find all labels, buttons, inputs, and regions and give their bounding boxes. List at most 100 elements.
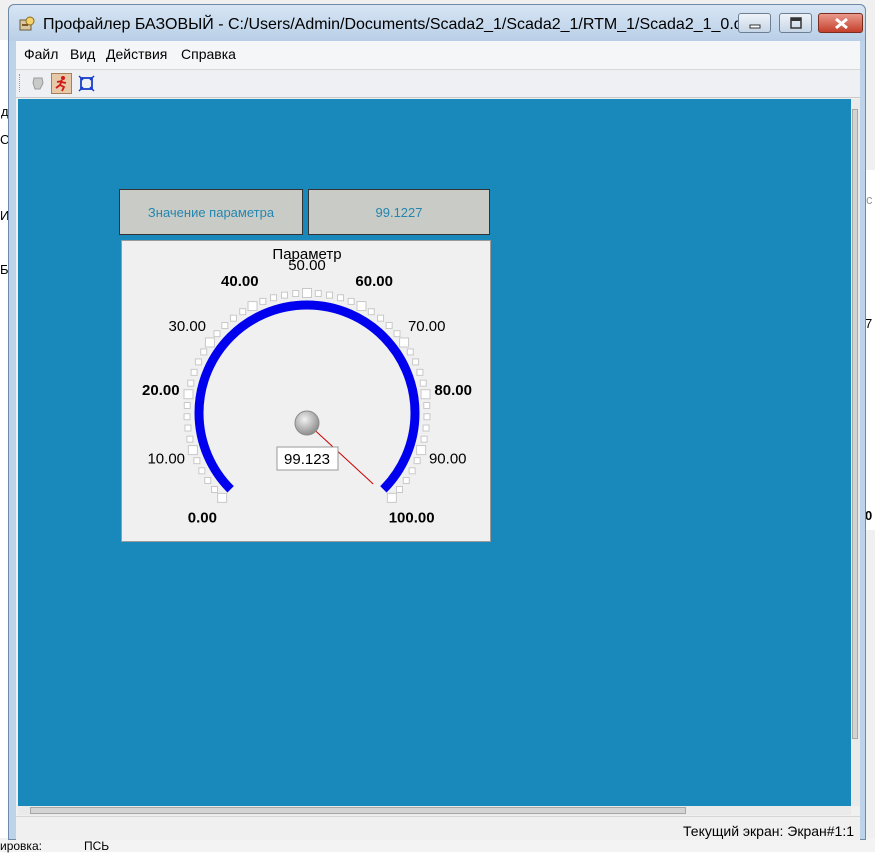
gauge-minor-tick [190,368,198,376]
toolbar [16,70,860,98]
gauge-minor-tick [377,314,385,322]
fit-screen-icon [78,75,95,92]
gauge-major-tick [302,288,312,298]
gauge-major-tick [183,389,194,400]
scada-canvas[interactable]: Значение параметра 99.1227 Параметр 0.00… [18,99,851,806]
gauge-tick-label: 100.00 [389,510,435,527]
gauge-major-tick [217,492,228,503]
gauge-dial: Параметр 0.0010.0020.0030.0040.0050.0060… [142,246,472,527]
gauge-minor-tick [385,322,393,330]
gauge-tick-label: 50.00 [288,257,326,274]
gauge-minor-tick [183,401,191,409]
app-icon [19,16,35,32]
maximize-button[interactable] [779,13,812,33]
gauge-minor-tick [186,435,194,443]
horizontal-scrollbar[interactable] [18,806,851,815]
gauge-minor-tick [423,413,431,421]
toolbar-grip[interactable] [19,74,23,92]
gauge-minor-tick [408,467,416,475]
stop-button[interactable] [28,73,49,94]
gauge-minor-tick [200,348,208,356]
minimize-icon [749,24,761,29]
vertical-scrollbar[interactable] [851,99,860,806]
run-button[interactable] [51,73,72,94]
gauge-tick-label: 10.00 [147,451,185,468]
gauge-major-tick [416,445,427,456]
gauge-hub [294,410,320,436]
gauge-minor-tick [395,485,403,493]
vertical-scroll-thumb[interactable] [852,109,858,739]
gauge-tick-label: 90.00 [429,451,467,468]
gauge-minor-tick [187,379,195,387]
background-glyph: с [866,192,873,207]
window-client-area: Файл Вид Действия Справка Значение парам… [16,41,860,840]
gauge-tick-label: 30.00 [168,318,206,335]
current-screen-status: Текущий экран: Экран#1:1 [683,823,854,839]
gauge-tick-label: 80.00 [434,382,472,399]
menu-actions[interactable]: Действия [106,46,167,62]
menu-bar: Файл Вид Действия Справка [16,41,860,70]
gauge-tick-label: 20.00 [142,382,180,399]
gauge-minor-tick [347,297,355,305]
background-label: ировка: [0,839,42,853]
minimize-button[interactable] [738,13,771,33]
parameter-label-box: Значение параметра [119,189,303,235]
fit-screen-button[interactable] [76,73,97,94]
gauge-minor-tick [221,322,229,330]
horizontal-scroll-thumb[interactable] [30,807,686,814]
gauge-widget[interactable]: Параметр 0.00 10.00 20.00 30.00 40.00 50.00 60… [121,240,491,542]
gauge-minor-tick [393,330,401,338]
gauge-minor-tick [198,467,206,475]
gauge-value-readout: 99.123 [284,451,330,468]
gauge-tick-label: 40.00 [221,273,259,290]
menu-view[interactable]: Вид [70,46,95,62]
gauge-minor-tick [413,457,421,465]
gauge-major-tick [247,301,258,312]
gauge-tick-label: 70.00 [408,318,446,335]
gauge-major-tick [386,492,397,503]
maximize-icon [790,17,802,29]
gauge-minor-tick [292,290,300,298]
parameter-value: 99.1227 [375,204,423,220]
gauge-minor-tick [184,424,192,432]
gauge-minor-tick [412,358,420,366]
gauge-major-tick [399,337,410,348]
gauge-minor-tick [422,424,430,432]
window-title: Профайлер БАЗОВЫЙ - C:/Users/Admin/Docum… [43,16,761,33]
gauge-minor-tick [281,291,289,299]
gauge-major-tick [187,445,198,456]
status-bar: Текущий экран: Экран#1:1 [16,816,860,840]
gauge-minor-tick [420,435,428,443]
title-bar[interactable]: Профайлер БАЗОВЫЙ - C:/Users/Admin/Docum… [9,5,865,41]
parameter-label: Значение параметра [147,204,275,220]
gauge-minor-tick [423,401,431,409]
gauge-minor-tick [183,413,191,421]
run-icon [55,76,67,92]
gauge-minor-tick [314,290,322,298]
gauge-major-tick [420,389,431,400]
gauge-major-tick [204,337,215,348]
gauge-minor-tick [193,457,201,465]
stop-icon [32,77,44,90]
gauge-minor-tick [194,358,202,366]
gauge-minor-tick [229,314,237,322]
parameter-value-box: 99.1227 [308,189,490,235]
gauge-minor-tick [416,368,424,376]
background-glyph: 7 [865,316,873,331]
gauge-tick-label: 0.00 [188,510,217,527]
close-button[interactable] [818,13,863,33]
gauge-minor-tick [419,379,427,387]
gauge-minor-tick [211,485,219,493]
gauge-minor-tick [239,308,247,316]
gauge-minor-tick [204,476,212,484]
gauge-minor-tick [213,330,221,338]
gauge-minor-tick [402,476,410,484]
background-glyph: 0 [865,508,873,523]
background-label: ПСЬ [84,839,110,853]
menu-help[interactable]: Справка [181,46,236,62]
gauge-minor-tick [367,308,375,316]
profiler-window: Профайлер БАЗОВЫЙ - C:/Users/Admin/Docum… [8,4,866,840]
menu-file[interactable]: Файл [24,46,58,62]
gauge-minor-tick [336,294,344,302]
gauge-major-tick [356,301,367,312]
